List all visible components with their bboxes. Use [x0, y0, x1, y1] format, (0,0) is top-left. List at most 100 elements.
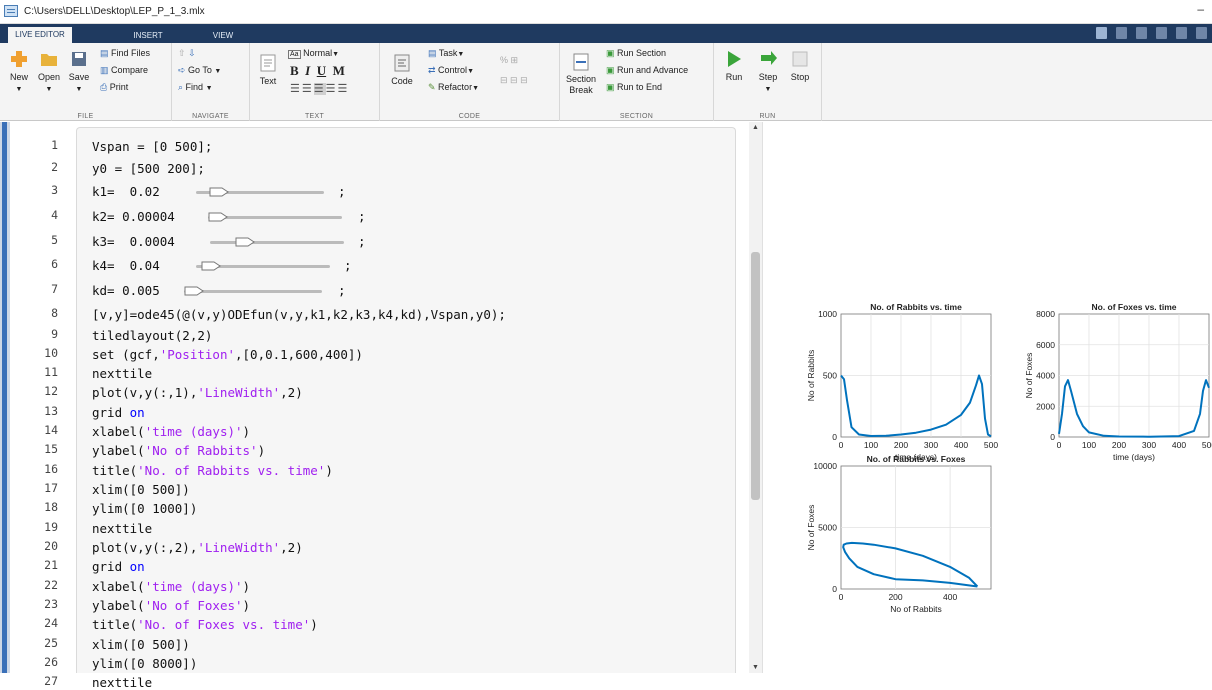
- italic-button[interactable]: I: [305, 63, 310, 78]
- underline-button[interactable]: U: [317, 63, 326, 78]
- slider-track[interactable]: [184, 290, 322, 293]
- step-button[interactable]: Step ▼: [754, 49, 782, 95]
- parameter-slider[interactable]: [210, 236, 344, 250]
- code-line[interactable]: xlim([0 500]): [92, 637, 190, 652]
- code-line[interactable]: grid on: [92, 405, 145, 420]
- redo-quick-icon[interactable]: [1196, 27, 1207, 39]
- y-axis-label: No of Rabbits: [806, 350, 816, 402]
- code-line[interactable]: y0 = [500 200];: [92, 161, 205, 176]
- tab-view[interactable]: VIEW: [198, 28, 248, 43]
- scrollbar-thumb[interactable]: [751, 252, 760, 500]
- code-line[interactable]: nexttile: [92, 521, 152, 536]
- code-line[interactable]: kd= 0.005: [92, 283, 160, 298]
- task-dropdown[interactable]: ▤ Task▼: [428, 46, 464, 60]
- slider-track[interactable]: [210, 241, 344, 244]
- code-line[interactable]: title('No. of Rabbits vs. time'): [92, 463, 333, 478]
- section-section: Section Break ▣ Run Section ▣ Run and Ad…: [560, 43, 714, 121]
- bold-button[interactable]: B: [290, 63, 299, 78]
- slider-thumb[interactable]: [235, 236, 255, 248]
- slider-thumb[interactable]: [209, 186, 229, 198]
- parameter-slider[interactable]: [208, 211, 342, 225]
- code-line[interactable]: tiledlayout(2,2): [92, 328, 212, 343]
- code-line[interactable]: set (gcf,'Position',[0,0.1,600,400]): [92, 347, 363, 362]
- code-line[interactable]: grid on: [92, 559, 145, 574]
- compare-button[interactable]: ▥ Compare: [100, 63, 148, 77]
- x-tick-label: 200: [1112, 440, 1126, 450]
- code-block[interactable]: Vspan = [0 500]; y0 = [500 200]; k1= 0.02 k…: [76, 127, 736, 690]
- code-line[interactable]: k4= 0.04: [92, 258, 160, 273]
- slider-thumb[interactable]: [184, 285, 204, 297]
- code-line[interactable]: k1= 0.02: [92, 184, 160, 199]
- list-align-buttons[interactable]: ☰☰☰☰☰: [290, 82, 349, 96]
- parameter-slider[interactable]: [184, 285, 322, 299]
- refactor-dropdown[interactable]: ✎ Refactor▼: [428, 80, 479, 94]
- find-files-label: Find Files: [111, 48, 151, 58]
- code-line[interactable]: [v,y]=ode45(@(v,y)ODEfun(v,y,k1,k2,k3,k4…: [92, 307, 506, 322]
- code-line[interactable]: ylim([0 1000]): [92, 501, 197, 516]
- new-button[interactable]: New ▼: [4, 49, 34, 95]
- print-label: Print: [109, 82, 129, 92]
- figure-output: 0 100 200 300 400 50005001000No. of Rabbits v…: [806, 302, 1212, 614]
- format-buttons: B I U M: [290, 64, 345, 78]
- monospace-button[interactable]: M: [333, 63, 345, 78]
- code-line[interactable]: xlabel('time (days)'): [92, 579, 250, 594]
- go-to-button[interactable]: ➪ Go To ▼: [178, 63, 221, 77]
- insert-text-button[interactable]: Text: [254, 53, 282, 87]
- comment-button[interactable]: % ⊞: [500, 53, 518, 67]
- paste-quick-icon[interactable]: [1156, 27, 1167, 39]
- run-button[interactable]: Run: [720, 49, 748, 83]
- parameter-slider[interactable]: [196, 186, 324, 200]
- line-number: 21: [44, 558, 58, 572]
- code-line[interactable]: xlim([0 500]): [92, 482, 190, 497]
- run-to-end-button[interactable]: ▣ Run to End: [606, 80, 662, 94]
- tab-live-editor[interactable]: LIVE EDITOR: [8, 27, 72, 43]
- slider-track[interactable]: [208, 216, 342, 219]
- print-button[interactable]: ⎙ Print: [100, 80, 128, 94]
- find-files-button[interactable]: ▤ Find Files: [100, 46, 150, 60]
- section-break-icon: [573, 53, 589, 71]
- code-line[interactable]: plot(v,y(:,1),'LineWidth',2): [92, 385, 303, 400]
- code-line[interactable]: plot(v,y(:,2),'LineWidth',2): [92, 540, 303, 555]
- open-button[interactable]: Open ▼: [34, 49, 64, 95]
- code-line[interactable]: k2= 0.00004: [92, 209, 175, 224]
- code-line[interactable]: nexttile: [92, 675, 152, 690]
- style-dropdown[interactable]: Aa Normal▼: [288, 46, 339, 60]
- back-forward-arrows[interactable]: ⇧ ⇩: [178, 46, 196, 60]
- slider-semicolon: ;: [338, 184, 346, 199]
- code-section-label: CODE: [458, 113, 481, 120]
- code-line[interactable]: ylabel('No of Foxes'): [92, 598, 250, 613]
- run-section-button[interactable]: ▣ Run Section: [606, 46, 666, 60]
- line-number: 17: [44, 481, 58, 495]
- code-line[interactable]: title('No. of Foxes vs. time'): [92, 617, 318, 632]
- step-icon: [761, 51, 777, 65]
- scroll-down-icon[interactable]: ▼: [752, 664, 759, 671]
- run-advance-button[interactable]: ▣ Run and Advance: [606, 63, 688, 77]
- code-line[interactable]: nexttile: [92, 366, 152, 381]
- save-button[interactable]: Save ▼: [64, 49, 94, 95]
- code-line[interactable]: ylabel('No of Rabbits'): [92, 443, 265, 458]
- parameter-slider[interactable]: [196, 260, 330, 274]
- stop-button[interactable]: Stop: [786, 49, 814, 83]
- control-dropdown[interactable]: ⇄ Control▼: [428, 63, 474, 77]
- slider-thumb[interactable]: [201, 260, 221, 272]
- find-button[interactable]: ⌕ Find ▼: [178, 80, 213, 94]
- code-line[interactable]: Vspan = [0 500];: [92, 139, 212, 154]
- file-section: New ▼ Open ▼ Save ▼ ▤ Find Files ▥ Compare …: [0, 43, 172, 121]
- tab-insert[interactable]: INSERT: [118, 28, 178, 43]
- code-line[interactable]: xlabel('time (days)'): [92, 424, 250, 439]
- indent-buttons[interactable]: ⊟ ⊟ ⊟: [500, 73, 528, 87]
- scroll-up-icon[interactable]: ▲: [752, 124, 759, 131]
- copy-quick-icon[interactable]: [1136, 27, 1147, 39]
- undo-quick-icon[interactable]: [1176, 27, 1187, 39]
- cut-quick-icon[interactable]: [1116, 27, 1127, 39]
- slider-thumb[interactable]: [208, 211, 228, 223]
- code-line[interactable]: k3= 0.0004: [92, 234, 175, 249]
- code-line[interactable]: ylim([0 8000]): [92, 656, 197, 671]
- section-break-button[interactable]: Section Break: [564, 53, 598, 96]
- x-tick-label: 500: [984, 440, 998, 450]
- minimize-button[interactable]: –: [1197, 2, 1204, 16]
- save-quick-icon[interactable]: [1096, 27, 1107, 39]
- editor-scrollbar[interactable]: ▲ ▼: [749, 122, 762, 673]
- folder-icon: [41, 54, 57, 66]
- insert-code-button[interactable]: Code: [388, 53, 416, 87]
